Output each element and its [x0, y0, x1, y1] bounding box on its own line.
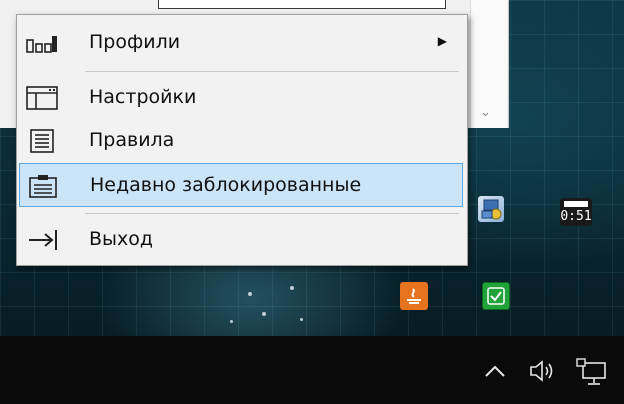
network-icon[interactable]: [574, 354, 610, 390]
clipboard-list-icon: [26, 173, 60, 199]
menu-item-exit[interactable]: Выход: [19, 218, 463, 262]
java-icon[interactable]: [400, 282, 428, 310]
menu-item-recently-blocked[interactable]: Недавно заблокированные: [19, 163, 463, 207]
timer-icon[interactable]: 0:51: [560, 198, 592, 226]
menu-item-label: Выход: [89, 228, 154, 250]
settings-window-icon: [25, 85, 59, 111]
menu-item-label: Настройки: [89, 86, 197, 108]
menu-item-label: Профили: [89, 31, 181, 53]
timer-text: 0:51: [560, 209, 592, 224]
menu-separator: [85, 71, 459, 72]
menu-item-settings[interactable]: Настройки: [19, 76, 463, 120]
rules-document-icon: [25, 128, 59, 154]
submenu-arrow-icon: ▶: [437, 34, 447, 48]
menu-item-label: Недавно заблокированные: [90, 174, 362, 196]
checkmark-icon[interactable]: [482, 282, 510, 310]
network-gear-icon[interactable]: [478, 196, 504, 222]
chevron-down-icon[interactable]: ⌄: [480, 105, 491, 120]
tray-context-menu: Профили ▶ Настройки Правила Недавно забл…: [16, 14, 468, 266]
menu-item-rules[interactable]: Правила: [19, 119, 463, 163]
bar-chart-icon: [25, 30, 59, 56]
show-hidden-icons-chevron[interactable]: [480, 356, 510, 386]
menu-separator: [85, 213, 459, 214]
menu-item-label: Правила: [89, 129, 175, 151]
volume-icon[interactable]: [526, 354, 560, 388]
background-input-field[interactable]: [158, 0, 446, 9]
taskbar: [0, 336, 624, 404]
exit-arrow-icon: [25, 227, 59, 253]
menu-item-profiles[interactable]: Профили ▶: [19, 21, 463, 65]
